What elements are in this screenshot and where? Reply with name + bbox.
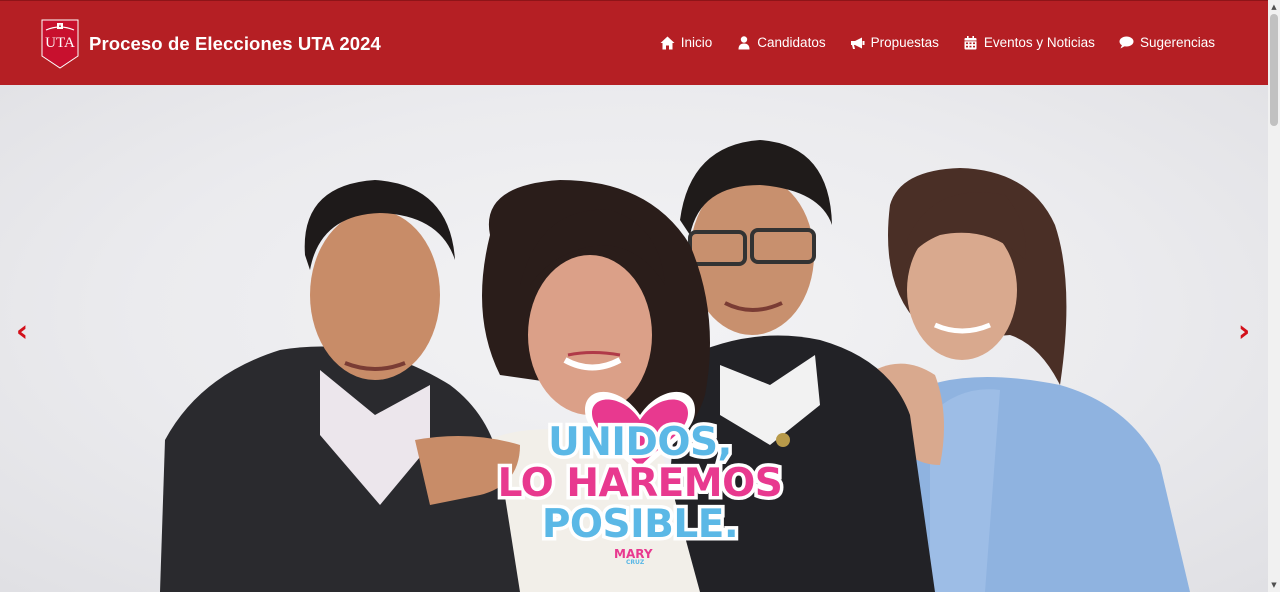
nav-label-sugerencias: Sugerencias xyxy=(1139,35,1215,50)
carousel-prev-button[interactable]: ‹ xyxy=(10,317,34,347)
nav-label-inicio: Inicio xyxy=(680,35,713,50)
logo-text: UTA xyxy=(45,35,75,51)
page: UTA Proceso de Elecciones UTA 2024 Inici… xyxy=(0,0,1280,592)
nav-label-propuestas: Propuestas xyxy=(870,35,939,50)
calendar-icon xyxy=(963,35,978,50)
nav-item-candidatos[interactable]: Candidatos xyxy=(736,35,826,50)
main-nav: Inicio Candidatos Propuestas Eventos y N… xyxy=(636,35,1215,50)
home-icon xyxy=(660,35,675,50)
top-navbar: UTA Proceso de Elecciones UTA 2024 Inici… xyxy=(0,0,1268,85)
megaphone-icon xyxy=(850,35,865,50)
brand[interactable]: UTA Proceso de Elecciones UTA 2024 xyxy=(40,18,381,70)
nav-item-eventos[interactable]: Eventos y Noticias xyxy=(963,35,1095,50)
slogan: UNIDOS, LO HAREMOS POSIBLE. xyxy=(480,420,800,548)
person-1 xyxy=(160,180,520,592)
nav-item-sugerencias[interactable]: Sugerencias xyxy=(1119,35,1215,50)
page-scrollbar[interactable]: ▲ ▼ xyxy=(1268,0,1280,592)
comment-icon xyxy=(1119,35,1134,50)
user-icon xyxy=(736,35,751,50)
slogan-line-3: POSIBLE. xyxy=(538,502,742,548)
nav-item-inicio[interactable]: Inicio xyxy=(660,35,713,50)
hero-carousel: UNIDOS, LO HAREMOS POSIBLE. MARY CRUZ ‹ … xyxy=(0,85,1268,592)
scroll-down-arrow-icon[interactable]: ▼ xyxy=(1268,578,1280,592)
uta-logo: UTA xyxy=(40,18,80,70)
scroll-up-arrow-icon[interactable]: ▲ xyxy=(1268,0,1280,14)
nav-label-candidatos: Candidatos xyxy=(757,35,826,50)
scroll-thumb[interactable] xyxy=(1270,14,1278,126)
nav-label-eventos: Eventos y Noticias xyxy=(983,35,1095,50)
campaign-mark: MARY CRUZ xyxy=(614,548,653,566)
slogan-line-2: LO HAREMOS xyxy=(494,461,786,507)
slogan-line-1: UNIDOS, xyxy=(545,420,736,466)
carousel-next-button[interactable]: › xyxy=(1232,317,1256,347)
nav-item-propuestas[interactable]: Propuestas xyxy=(850,35,939,50)
site-title[interactable]: Proceso de Elecciones UTA 2024 xyxy=(89,33,381,55)
